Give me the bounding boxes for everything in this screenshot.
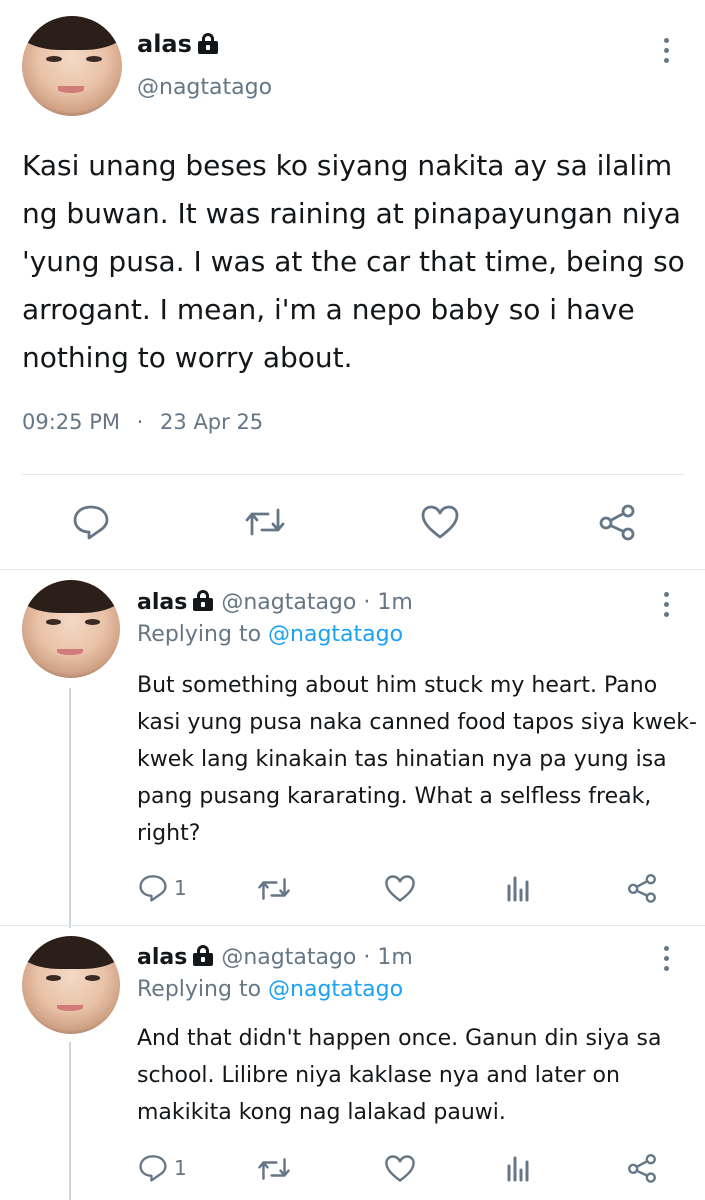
reply-count: 1 <box>174 876 187 900</box>
reply-author-handle[interactable]: @nagtatago <box>221 945 356 970</box>
reply-header: alas @nagtatago · 1m <box>137 945 413 970</box>
lock-icon <box>193 945 214 966</box>
reply-avatar[interactable] <box>22 936 120 1034</box>
reply-author-handle[interactable]: @nagtatago <box>221 590 356 615</box>
reply-age: · 1m <box>363 945 413 970</box>
thread-line <box>69 688 71 928</box>
divider <box>0 569 705 570</box>
reply-icon[interactable] <box>138 1154 168 1182</box>
reply-icon[interactable] <box>72 504 110 540</box>
share-icon[interactable] <box>626 872 658 904</box>
more-options-icon[interactable] <box>660 38 672 68</box>
reply-author-name[interactable]: alas <box>137 590 187 615</box>
replying-label: Replying to <box>137 977 262 1002</box>
reply-count: 1 <box>174 1156 187 1180</box>
tweet-time: 09:25 PM <box>22 410 120 434</box>
tweet-text: Kasi unang beses ko siyang nakita ay sa … <box>22 149 685 374</box>
replying-to: Replying to @nagtatago <box>137 977 403 1002</box>
like-icon[interactable] <box>384 1154 416 1183</box>
meta-separator: · <box>136 410 144 434</box>
like-icon[interactable] <box>384 874 416 903</box>
lock-icon <box>193 590 214 611</box>
divider <box>0 925 705 926</box>
like-icon[interactable] <box>420 504 460 540</box>
more-options-icon[interactable] <box>660 592 672 622</box>
replying-handle-link[interactable]: @nagtatago <box>268 977 403 1002</box>
thread-line <box>69 1042 71 1200</box>
tweet-date: 23 Apr 25 <box>160 410 264 434</box>
reply-author-name[interactable]: alas <box>137 945 187 970</box>
replying-to: Replying to @nagtatago <box>137 622 403 647</box>
replying-label: Replying to <box>137 622 262 647</box>
tweet-timestamp: 09:25 PM · 23 Apr 25 <box>22 410 263 434</box>
reply-text: But something about him stuck my heart. … <box>137 673 697 846</box>
divider <box>22 474 684 475</box>
reply-icon[interactable] <box>138 874 168 902</box>
analytics-icon[interactable] <box>506 874 532 902</box>
more-options-icon[interactable] <box>660 946 672 976</box>
reply-avatar[interactable] <box>22 580 120 678</box>
reply-text: And that didn't happen once. Ganun din s… <box>137 1026 662 1125</box>
reply-header: alas @nagtatago · 1m <box>137 590 413 615</box>
author-name[interactable]: alas <box>137 30 192 58</box>
share-icon[interactable] <box>597 502 637 542</box>
lock-icon <box>197 33 218 54</box>
author-handle[interactable]: @nagtatago <box>137 75 272 100</box>
analytics-icon[interactable] <box>506 1154 532 1182</box>
share-icon[interactable] <box>626 1152 658 1184</box>
retweet-icon[interactable] <box>257 876 291 902</box>
replying-handle-link[interactable]: @nagtatago <box>268 622 403 647</box>
author-avatar[interactable] <box>22 16 122 116</box>
retweet-icon[interactable] <box>257 1156 291 1182</box>
retweet-icon[interactable] <box>244 506 286 538</box>
reply-age: · 1m <box>363 590 413 615</box>
